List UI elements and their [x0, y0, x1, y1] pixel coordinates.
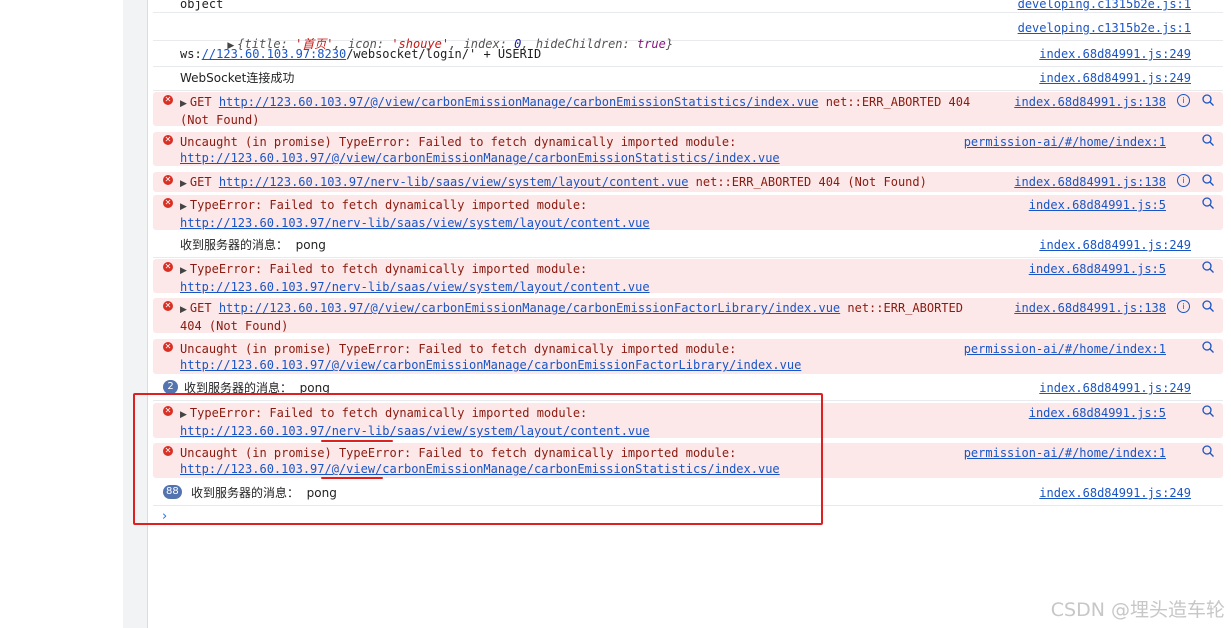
message-text: object [180, 0, 224, 11]
search-icon[interactable] [1201, 93, 1215, 107]
message-text: Uncaught (in promise) TypeError: Failed … [180, 342, 737, 356]
console-error: ✕ Uncaught (in promise) TypeError: Faile… [153, 132, 1223, 166]
source-link[interactable]: permission-ai/#/home/index:1 [964, 445, 1166, 461]
message-text: (Not Found) [180, 113, 260, 127]
console-message-object[interactable]: ▶ {title: '首页', icon: 'shouye', index: 0,… [153, 19, 1223, 51]
watermark-text: CSDN @埋头造车轮 [1050, 599, 1225, 621]
url-link[interactable]: http://123.60.103.97/@/view/carbonEmissi… [180, 358, 801, 372]
search-icon[interactable] [1201, 340, 1215, 354]
console-error: ✕ ▶ TypeError: Failed to fetch dynamicall… [153, 259, 1223, 294]
repeat-count-badge: 2 [163, 380, 178, 394]
http-method: GET [189, 175, 219, 189]
console-error-network: ✕ ▶ GET http://123.60.103.97/@/view/carbo… [153, 92, 1223, 127]
url-link[interactable]: http://123.60.103.97/@/view/carbonEmissi… [219, 301, 840, 315]
message-text: 收到服务器的消息： pong [180, 238, 326, 252]
source-link[interactable]: index.68d84991.js:5 [1029, 405, 1166, 421]
source-link[interactable]: index.68d84991.js:138 [1014, 94, 1166, 110]
url-link[interactable]: http://123.60.103.97/nerv-lib/saas/view/… [180, 280, 650, 294]
error-circle-icon: ✕ [163, 262, 173, 272]
message-text: net::ERR_ABORTED 404 [818, 95, 971, 109]
source-link[interactable]: index.68d84991.js:138 [1014, 174, 1166, 190]
url-link[interactable]: http://123.60.103.97/@/view/carbonEmissi… [219, 95, 819, 109]
expand-triangle-icon[interactable]: ▶ [180, 179, 187, 189]
message-text: Uncaught (in promise) TypeError: Failed … [180, 135, 737, 149]
message-text: TypeError: Failed to fetch dynamically i… [189, 262, 588, 276]
url-link[interactable]: http://123.60.103.97/nerv-lib/saas/view/… [219, 175, 689, 189]
source-link[interactable]: index.68d84991.js:5 [1029, 197, 1166, 213]
message-text: net::ERR_ABORTED [840, 301, 963, 315]
console-error-network: ✕ ▶ GET http://123.60.103.97/@/view/carbo… [153, 298, 1223, 333]
annotation-underline [321, 440, 393, 442]
search-icon[interactable] [1201, 173, 1215, 187]
error-circle-icon: ✕ [163, 301, 173, 311]
http-method: GET [189, 301, 219, 315]
source-link[interactable]: index.68d84991.js:138 [1014, 300, 1166, 316]
search-icon[interactable] [1201, 260, 1215, 274]
error-circle-icon: ✕ [163, 198, 173, 208]
console-message: ws://123.60.103.97:8230/websocket/login/… [153, 45, 1223, 67]
message-text: WebSocket连接成功 [180, 71, 295, 85]
info-circle-icon[interactable]: i [1177, 174, 1190, 187]
message-text: /websocket/login/' + USERID [346, 47, 542, 61]
search-icon[interactable] [1201, 444, 1215, 458]
gutter-divider [147, 0, 148, 628]
console-log: object developing.c1315b2e.js:1 ▶ {title:… [153, 0, 1223, 628]
error-circle-icon: ✕ [163, 135, 173, 145]
console-message: 收到服务器的消息： pong index.68d84991.js:249 [153, 236, 1223, 258]
annotation-underline [321, 477, 383, 479]
info-circle-icon[interactable]: i [1177, 300, 1190, 313]
source-link[interactable]: developing.c1315b2e.js:1 [1018, 0, 1191, 12]
expand-triangle-icon[interactable]: ▶ [180, 99, 187, 109]
source-link[interactable]: developing.c1315b2e.js:1 [1018, 20, 1191, 36]
search-icon[interactable] [1201, 133, 1215, 147]
error-circle-icon: ✕ [163, 342, 173, 352]
console-message: WebSocket连接成功 index.68d84991.js:249 [153, 69, 1223, 91]
http-method: GET [189, 95, 219, 109]
error-circle-icon: ✕ [163, 175, 173, 185]
search-icon[interactable] [1201, 299, 1215, 313]
annotation-highlight-box [133, 393, 823, 525]
console-error-network: ✕ ▶ GET http://123.60.103.97/nerv-lib/saa… [153, 172, 1223, 192]
source-link[interactable]: index.68d84991.js:249 [1039, 380, 1191, 396]
message-text: net::ERR_ABORTED 404 (Not Found) [688, 175, 927, 189]
source-link[interactable]: index.68d84991.js:249 [1039, 46, 1191, 62]
expand-triangle-icon[interactable]: ▶ [180, 202, 187, 212]
console-message: object developing.c1315b2e.js:1 [153, 0, 1223, 13]
message-text: ws: [180, 47, 202, 61]
url-link[interactable]: http://123.60.103.97/nerv-lib/saas/view/… [180, 216, 650, 230]
url-link[interactable]: //123.60.103.97:8230 [202, 47, 347, 61]
source-link[interactable]: index.68d84991.js:249 [1039, 485, 1191, 501]
left-panel [0, 0, 123, 628]
info-circle-icon[interactable]: i [1177, 94, 1190, 107]
error-circle-icon: ✕ [163, 95, 173, 105]
search-icon[interactable] [1201, 196, 1215, 210]
message-text: TypeError: Failed to fetch dynamically i… [189, 198, 588, 212]
source-link[interactable]: permission-ai/#/home/index:1 [964, 134, 1166, 150]
console-gutter [123, 0, 148, 628]
expand-triangle-icon[interactable]: ▶ [180, 266, 187, 276]
source-link[interactable]: index.68d84991.js:249 [1039, 237, 1191, 253]
source-link[interactable]: index.68d84991.js:249 [1039, 70, 1191, 86]
search-icon[interactable] [1201, 404, 1215, 418]
source-link[interactable]: index.68d84991.js:5 [1029, 261, 1166, 277]
expand-triangle-icon[interactable]: ▶ [180, 305, 187, 315]
message-text: 404 (Not Found) [180, 319, 289, 333]
console-error: ✕ ▶ TypeError: Failed to fetch dynamicall… [153, 195, 1223, 230]
source-link[interactable]: permission-ai/#/home/index:1 [964, 341, 1166, 357]
console-error: ✕ Uncaught (in promise) TypeError: Faile… [153, 339, 1223, 374]
url-link[interactable]: http://123.60.103.97/@/view/carbonEmissi… [180, 151, 780, 165]
